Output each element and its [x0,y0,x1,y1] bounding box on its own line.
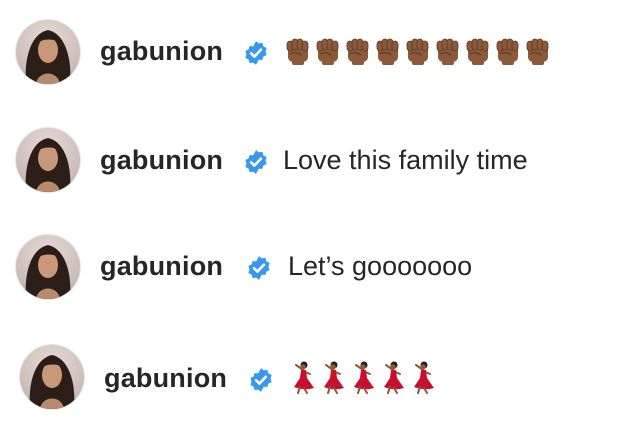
avatar-image [25,245,71,299]
dancer-emoji [414,361,434,394]
raised-fist-emoji [316,38,339,65]
raised-fist-emoji [406,38,429,65]
raised-fist-emoji [436,38,459,65]
verified-badge-icon [245,150,267,174]
avatar-image [29,355,75,409]
dancer-emoji [354,361,374,394]
comment-emoji-text [288,360,438,394]
comment-text: Love this family time [283,145,528,175]
raised-fist-emoji [346,38,369,65]
avatar-image [25,138,71,192]
verified-badge-icon [245,41,267,65]
avatar[interactable] [16,128,80,192]
raised-fist-emoji [526,38,549,65]
avatar[interactable] [20,345,84,409]
comment-text: Let’s gooooooo [288,251,473,281]
raised-fist-emoji [286,38,309,65]
verified-badge-icon [248,256,270,280]
dancer-emoji [384,361,404,394]
dancer-emoji [324,361,344,394]
comment-username[interactable]: gabunion [104,363,227,394]
comment-emoji-text [284,36,554,66]
avatar-image [25,30,71,84]
verified-badge-icon [250,368,272,392]
raised-fist-emoji [496,38,519,65]
comment-username[interactable]: gabunion [100,145,223,176]
avatar[interactable] [16,235,80,299]
dancer-emoji [294,361,314,394]
raised-fist-emoji [376,38,399,65]
comment-username[interactable]: gabunion [100,251,223,282]
raised-fist-emoji [466,38,489,65]
comment-username[interactable]: gabunion [100,36,223,67]
avatar[interactable] [16,20,80,84]
